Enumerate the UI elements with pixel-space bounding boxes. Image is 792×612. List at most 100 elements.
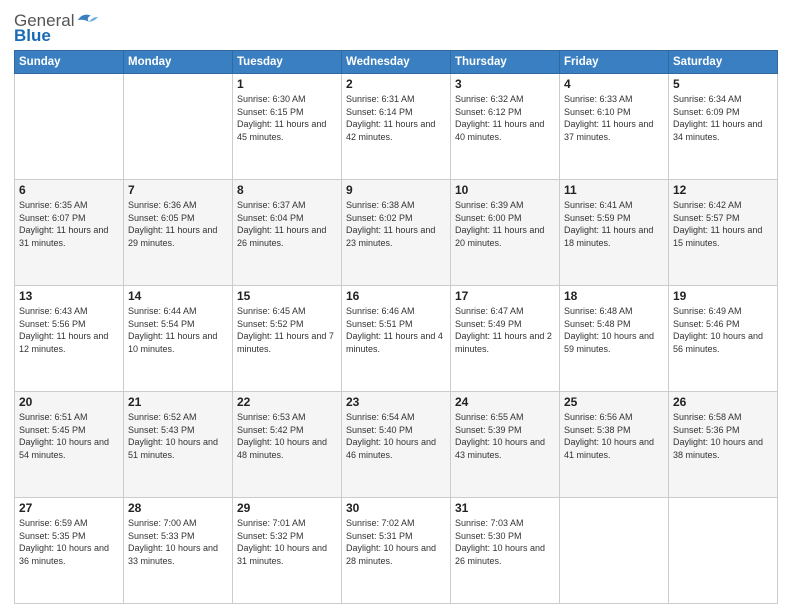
calendar-cell: 19Sunrise: 6:49 AM Sunset: 5:46 PM Dayli… <box>669 286 778 392</box>
calendar-cell: 4Sunrise: 6:33 AM Sunset: 6:10 PM Daylig… <box>560 74 669 180</box>
day-number: 19 <box>673 289 773 303</box>
calendar-week-1: 1 Sunrise: 6:30 AM Sunset: 6:15 PM Daylig… <box>15 74 778 180</box>
day-number: 23 <box>346 395 446 409</box>
calendar-cell: 25Sunrise: 6:56 AM Sunset: 5:38 PM Dayli… <box>560 392 669 498</box>
day-info: Sunrise: 6:55 AM Sunset: 5:39 PM Dayligh… <box>455 411 555 461</box>
day-number: 13 <box>19 289 119 303</box>
day-number: 20 <box>19 395 119 409</box>
calendar-cell: 21 Sunrise: 6:52 AM Sunset: 5:43 PM Dayli… <box>124 392 233 498</box>
day-number: 1 <box>237 77 337 91</box>
calendar-cell: 2 Sunrise: 6:31 AM Sunset: 6:14 PM Daylig… <box>342 74 451 180</box>
calendar-cell <box>15 74 124 180</box>
day-number: 17 <box>455 289 555 303</box>
calendar-cell: 31 Sunrise: 7:03 AM Sunset: 5:30 PM Dayli… <box>451 498 560 604</box>
header: General Blue <box>14 10 778 44</box>
day-info: Sunrise: 6:51 AM Sunset: 5:45 PM Dayligh… <box>19 411 119 461</box>
day-number: 24 <box>455 395 555 409</box>
calendar-cell: 30Sunrise: 7:02 AM Sunset: 5:31 PM Dayli… <box>342 498 451 604</box>
calendar-table: SundayMondayTuesdayWednesdayThursdayFrid… <box>14 50 778 604</box>
calendar-cell: 9Sunrise: 6:38 AM Sunset: 6:02 PM Daylig… <box>342 180 451 286</box>
day-info: Sunrise: 6:43 AM Sunset: 5:56 PM Dayligh… <box>19 305 119 355</box>
calendar-cell: 13 Sunrise: 6:43 AM Sunset: 5:56 PM Dayli… <box>15 286 124 392</box>
day-number: 31 <box>455 501 555 515</box>
day-info: Sunrise: 6:34 AM Sunset: 6:09 PM Dayligh… <box>673 93 773 143</box>
calendar-week-2: 6 Sunrise: 6:35 AM Sunset: 6:07 PM Daylig… <box>15 180 778 286</box>
day-info: Sunrise: 6:59 AM Sunset: 5:35 PM Dayligh… <box>19 517 119 567</box>
day-info: Sunrise: 6:45 AM Sunset: 5:52 PM Dayligh… <box>237 305 337 355</box>
calendar-cell: 23Sunrise: 6:54 AM Sunset: 5:40 PM Dayli… <box>342 392 451 498</box>
day-number: 9 <box>346 183 446 197</box>
calendar-cell: 24 Sunrise: 6:55 AM Sunset: 5:39 PM Dayli… <box>451 392 560 498</box>
calendar-cell: 7Sunrise: 6:36 AM Sunset: 6:05 PM Daylig… <box>124 180 233 286</box>
calendar-cell: 18 Sunrise: 6:48 AM Sunset: 5:48 PM Dayli… <box>560 286 669 392</box>
col-header-monday: Monday <box>124 51 233 74</box>
calendar-cell: 1 Sunrise: 6:30 AM Sunset: 6:15 PM Daylig… <box>233 74 342 180</box>
day-number: 15 <box>237 289 337 303</box>
calendar-cell: 17 Sunrise: 6:47 AM Sunset: 5:49 PM Dayli… <box>451 286 560 392</box>
day-number: 6 <box>19 183 119 197</box>
calendar-cell: 10 Sunrise: 6:39 AM Sunset: 6:00 PM Dayli… <box>451 180 560 286</box>
calendar-cell: 3 Sunrise: 6:32 AM Sunset: 6:12 PM Daylig… <box>451 74 560 180</box>
calendar-cell: 16 Sunrise: 6:46 AM Sunset: 5:51 PM Dayli… <box>342 286 451 392</box>
day-number: 29 <box>237 501 337 515</box>
logo-blue: Blue <box>14 27 98 44</box>
day-info: Sunrise: 6:41 AM Sunset: 5:59 PM Dayligh… <box>564 199 664 249</box>
day-info: Sunrise: 6:35 AM Sunset: 6:07 PM Dayligh… <box>19 199 119 249</box>
calendar-header-row: SundayMondayTuesdayWednesdayThursdayFrid… <box>15 51 778 74</box>
calendar-cell <box>124 74 233 180</box>
col-header-sunday: Sunday <box>15 51 124 74</box>
calendar-cell <box>560 498 669 604</box>
calendar-cell: 27 Sunrise: 6:59 AM Sunset: 5:35 PM Dayli… <box>15 498 124 604</box>
day-number: 26 <box>673 395 773 409</box>
day-number: 3 <box>455 77 555 91</box>
calendar-week-3: 13 Sunrise: 6:43 AM Sunset: 5:56 PM Dayli… <box>15 286 778 392</box>
day-number: 30 <box>346 501 446 515</box>
calendar-cell: 28 Sunrise: 7:00 AM Sunset: 5:33 PM Dayli… <box>124 498 233 604</box>
page: General Blue SundayMondayTuesdayWednesda… <box>0 0 792 612</box>
calendar-cell: 6 Sunrise: 6:35 AM Sunset: 6:07 PM Daylig… <box>15 180 124 286</box>
calendar-cell: 20 Sunrise: 6:51 AM Sunset: 5:45 PM Dayli… <box>15 392 124 498</box>
day-info: Sunrise: 6:37 AM Sunset: 6:04 PM Dayligh… <box>237 199 337 249</box>
calendar-cell: 29 Sunrise: 7:01 AM Sunset: 5:32 PM Dayli… <box>233 498 342 604</box>
day-info: Sunrise: 6:47 AM Sunset: 5:49 PM Dayligh… <box>455 305 555 355</box>
logo: General Blue <box>14 10 98 44</box>
calendar-week-4: 20 Sunrise: 6:51 AM Sunset: 5:45 PM Dayli… <box>15 392 778 498</box>
calendar-week-5: 27 Sunrise: 6:59 AM Sunset: 5:35 PM Dayli… <box>15 498 778 604</box>
day-info: Sunrise: 6:32 AM Sunset: 6:12 PM Dayligh… <box>455 93 555 143</box>
col-header-wednesday: Wednesday <box>342 51 451 74</box>
day-number: 4 <box>564 77 664 91</box>
day-info: Sunrise: 7:03 AM Sunset: 5:30 PM Dayligh… <box>455 517 555 567</box>
day-number: 14 <box>128 289 228 303</box>
day-info: Sunrise: 6:30 AM Sunset: 6:15 PM Dayligh… <box>237 93 337 143</box>
day-number: 28 <box>128 501 228 515</box>
calendar-cell <box>669 498 778 604</box>
calendar-cell: 8Sunrise: 6:37 AM Sunset: 6:04 PM Daylig… <box>233 180 342 286</box>
day-info: Sunrise: 6:39 AM Sunset: 6:00 PM Dayligh… <box>455 199 555 249</box>
col-header-tuesday: Tuesday <box>233 51 342 74</box>
day-info: Sunrise: 6:48 AM Sunset: 5:48 PM Dayligh… <box>564 305 664 355</box>
calendar-cell: 12Sunrise: 6:42 AM Sunset: 5:57 PM Dayli… <box>669 180 778 286</box>
col-header-friday: Friday <box>560 51 669 74</box>
calendar-cell: 15 Sunrise: 6:45 AM Sunset: 5:52 PM Dayli… <box>233 286 342 392</box>
day-number: 2 <box>346 77 446 91</box>
calendar-cell: 5Sunrise: 6:34 AM Sunset: 6:09 PM Daylig… <box>669 74 778 180</box>
day-number: 16 <box>346 289 446 303</box>
day-info: Sunrise: 6:53 AM Sunset: 5:42 PM Dayligh… <box>237 411 337 461</box>
day-info: Sunrise: 6:52 AM Sunset: 5:43 PM Dayligh… <box>128 411 228 461</box>
col-header-saturday: Saturday <box>669 51 778 74</box>
calendar-cell: 11 Sunrise: 6:41 AM Sunset: 5:59 PM Dayli… <box>560 180 669 286</box>
col-header-thursday: Thursday <box>451 51 560 74</box>
day-number: 27 <box>19 501 119 515</box>
day-number: 18 <box>564 289 664 303</box>
day-info: Sunrise: 6:31 AM Sunset: 6:14 PM Dayligh… <box>346 93 446 143</box>
day-number: 21 <box>128 395 228 409</box>
day-number: 10 <box>455 183 555 197</box>
day-info: Sunrise: 6:46 AM Sunset: 5:51 PM Dayligh… <box>346 305 446 355</box>
day-info: Sunrise: 7:01 AM Sunset: 5:32 PM Dayligh… <box>237 517 337 567</box>
day-info: Sunrise: 6:42 AM Sunset: 5:57 PM Dayligh… <box>673 199 773 249</box>
calendar-cell: 26Sunrise: 6:58 AM Sunset: 5:36 PM Dayli… <box>669 392 778 498</box>
calendar-cell: 22Sunrise: 6:53 AM Sunset: 5:42 PM Dayli… <box>233 392 342 498</box>
day-info: Sunrise: 7:00 AM Sunset: 5:33 PM Dayligh… <box>128 517 228 567</box>
calendar-cell: 14Sunrise: 6:44 AM Sunset: 5:54 PM Dayli… <box>124 286 233 392</box>
day-number: 11 <box>564 183 664 197</box>
